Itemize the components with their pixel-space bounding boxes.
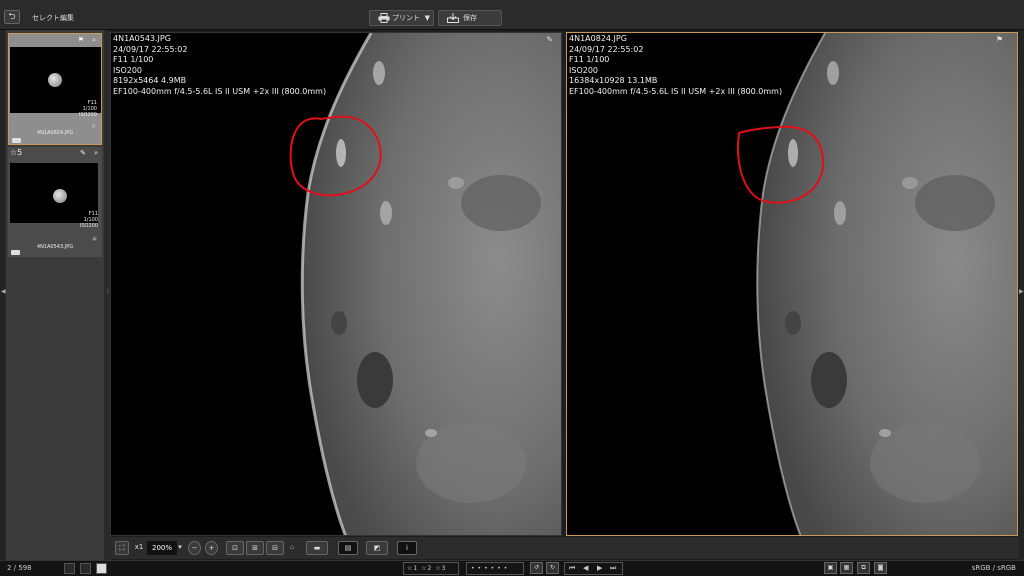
navigation-controls[interactable]: ⏮ ◀ ▶ ⏭ xyxy=(564,562,623,575)
status-bar: 2 / 598 ☆1 ☆2 ☆3 ☆4 ☆5 •••••• ↺ ↻ ⏮ ◀ ▶ … xyxy=(0,560,1024,576)
zoom-level[interactable]: 200% xyxy=(147,541,177,555)
left-panel-toggle[interactable]: ◀ xyxy=(0,30,6,560)
rgb-icon[interactable]: ▦ xyxy=(840,562,853,574)
zoom-icon[interactable]: ⌕ xyxy=(92,36,96,45)
print-button[interactable]: プリント ▼ xyxy=(369,10,434,26)
last-icon[interactable]: ⏭ xyxy=(610,563,616,574)
background-button[interactable]: ▬ xyxy=(306,541,328,555)
color-space: sRGB / sRGB xyxy=(971,564,1016,572)
card-icon xyxy=(11,250,20,255)
back-button[interactable]: ⮌ xyxy=(4,10,20,24)
x1-button[interactable]: x1 xyxy=(132,541,146,555)
page-title: セレクト編集 xyxy=(32,14,74,22)
back-icon: ⮌ xyxy=(8,12,16,22)
save-button[interactable]: 保存 xyxy=(438,10,502,26)
pin-icon[interactable]: ✎ xyxy=(546,35,553,44)
moon-image xyxy=(737,33,1017,535)
collapse-left-icon: ◀ xyxy=(1,288,6,295)
flag-icon[interactable]: ⚑ xyxy=(996,35,1003,44)
image-count: 2 / 598 xyxy=(7,564,32,572)
af-point-button[interactable]: ⊡ xyxy=(226,541,244,555)
pin-icon[interactable]: ✎ xyxy=(80,149,86,157)
rating-badge: ☆5 xyxy=(10,148,23,157)
thumbnail-filename: 4N1A0824.JPG xyxy=(36,130,74,136)
compare-pane-left[interactable]: 4N1A0543.JPG 24/09/17 22:55:02 F11 1/100 IS… xyxy=(110,32,562,536)
sync-icon[interactable]: ⌂ xyxy=(286,541,298,555)
thumbnail-item[interactable]: ☆5 ✎ ⌕ F11 1/100 ISO200 ✲ 4N1A0543.JPG xyxy=(8,147,102,257)
gear-icon: ✲ xyxy=(91,236,97,243)
zoom-in-button[interactable]: + xyxy=(205,541,218,555)
moon-thumbnail xyxy=(53,189,67,203)
thumbnail-meta: F11 1/100 ISO200 xyxy=(78,100,97,118)
histogram-button[interactable]: ▤ xyxy=(338,541,358,555)
moon-image xyxy=(289,33,561,535)
save-label: 保存 xyxy=(463,14,477,22)
highlight-button[interactable]: ◩ xyxy=(366,541,388,555)
right-panel-toggle[interactable]: ▶ xyxy=(1019,30,1024,560)
label-filter[interactable]: •••••• xyxy=(466,562,524,575)
fit-icon: ⛶ xyxy=(119,544,125,552)
print-dropdown-icon[interactable]: ▼ xyxy=(425,11,430,25)
expand-right-icon: ▶ xyxy=(1019,288,1024,295)
zoom-dropdown-icon[interactable]: ▾ xyxy=(177,541,183,555)
preview-view-icon[interactable] xyxy=(80,563,91,574)
grid-view-icon[interactable] xyxy=(64,563,75,574)
rotate-left-icon[interactable]: ↺ xyxy=(530,562,543,574)
zoom-icon[interactable]: ⌕ xyxy=(94,149,98,158)
image-info-overlay: 4N1A0824.JPG 24/09/17 22:55:02 F11 1/100 IS… xyxy=(569,34,783,96)
zoom-out-button[interactable]: − xyxy=(188,541,201,555)
rotate-right-icon[interactable]: ↻ xyxy=(546,562,559,574)
save-icon xyxy=(447,13,459,23)
rating-filter[interactable]: ☆1 ☆2 ☆3 ☆4 ☆5 xyxy=(403,562,459,575)
info-icon: i xyxy=(406,544,408,552)
print-label: プリント xyxy=(392,14,420,22)
view-toolbar: ⛶ x1 200% ▾ − + ⊡ ⊞ ⊟ ⌂ ▬ ▤ ◩ i xyxy=(110,537,1019,559)
moon-thumbnail xyxy=(48,73,62,87)
thumbnail-item[interactable]: ⚑ ⌕ F11 1/100 ISO200 ✲ 4N1A0824.JPG xyxy=(8,33,102,145)
flag-icon[interactable]: ⚑ xyxy=(78,36,84,44)
fit-button[interactable]: ⛶ xyxy=(115,541,129,555)
card-icon xyxy=(12,138,21,143)
prev-icon[interactable]: ◀ xyxy=(583,563,588,574)
thumbnail-meta: F11 1/100 ISO200 xyxy=(79,211,98,229)
printer-icon xyxy=(378,13,390,23)
compare-layout-button[interactable]: ⊟ xyxy=(266,541,284,555)
crop-icon[interactable]: ⧉ xyxy=(857,562,870,574)
top-toolbar: ⮌ セレクト編集 プリント ▼ 保存 xyxy=(0,0,1024,30)
fit-screen-icon[interactable]: ▣ xyxy=(824,562,837,574)
image-info-overlay: 4N1A0543.JPG 24/09/17 22:55:02 F11 1/100 IS… xyxy=(113,34,327,96)
camera-icon[interactable]: ◙ xyxy=(874,562,887,574)
first-icon[interactable]: ⏮ xyxy=(569,563,575,574)
compare-pane-right[interactable]: 4N1A0824.JPG 24/09/17 22:55:02 F11 1/100 IS… xyxy=(566,32,1018,536)
compare-view-icon[interactable] xyxy=(96,563,107,574)
info-button[interactable]: i xyxy=(397,541,417,555)
thumbnail-filename: 4N1A0543.JPG xyxy=(36,244,74,250)
next-icon[interactable]: ▶ xyxy=(597,563,602,574)
gear-icon: ✲ xyxy=(90,123,96,130)
grid-button[interactable]: ⊞ xyxy=(246,541,264,555)
